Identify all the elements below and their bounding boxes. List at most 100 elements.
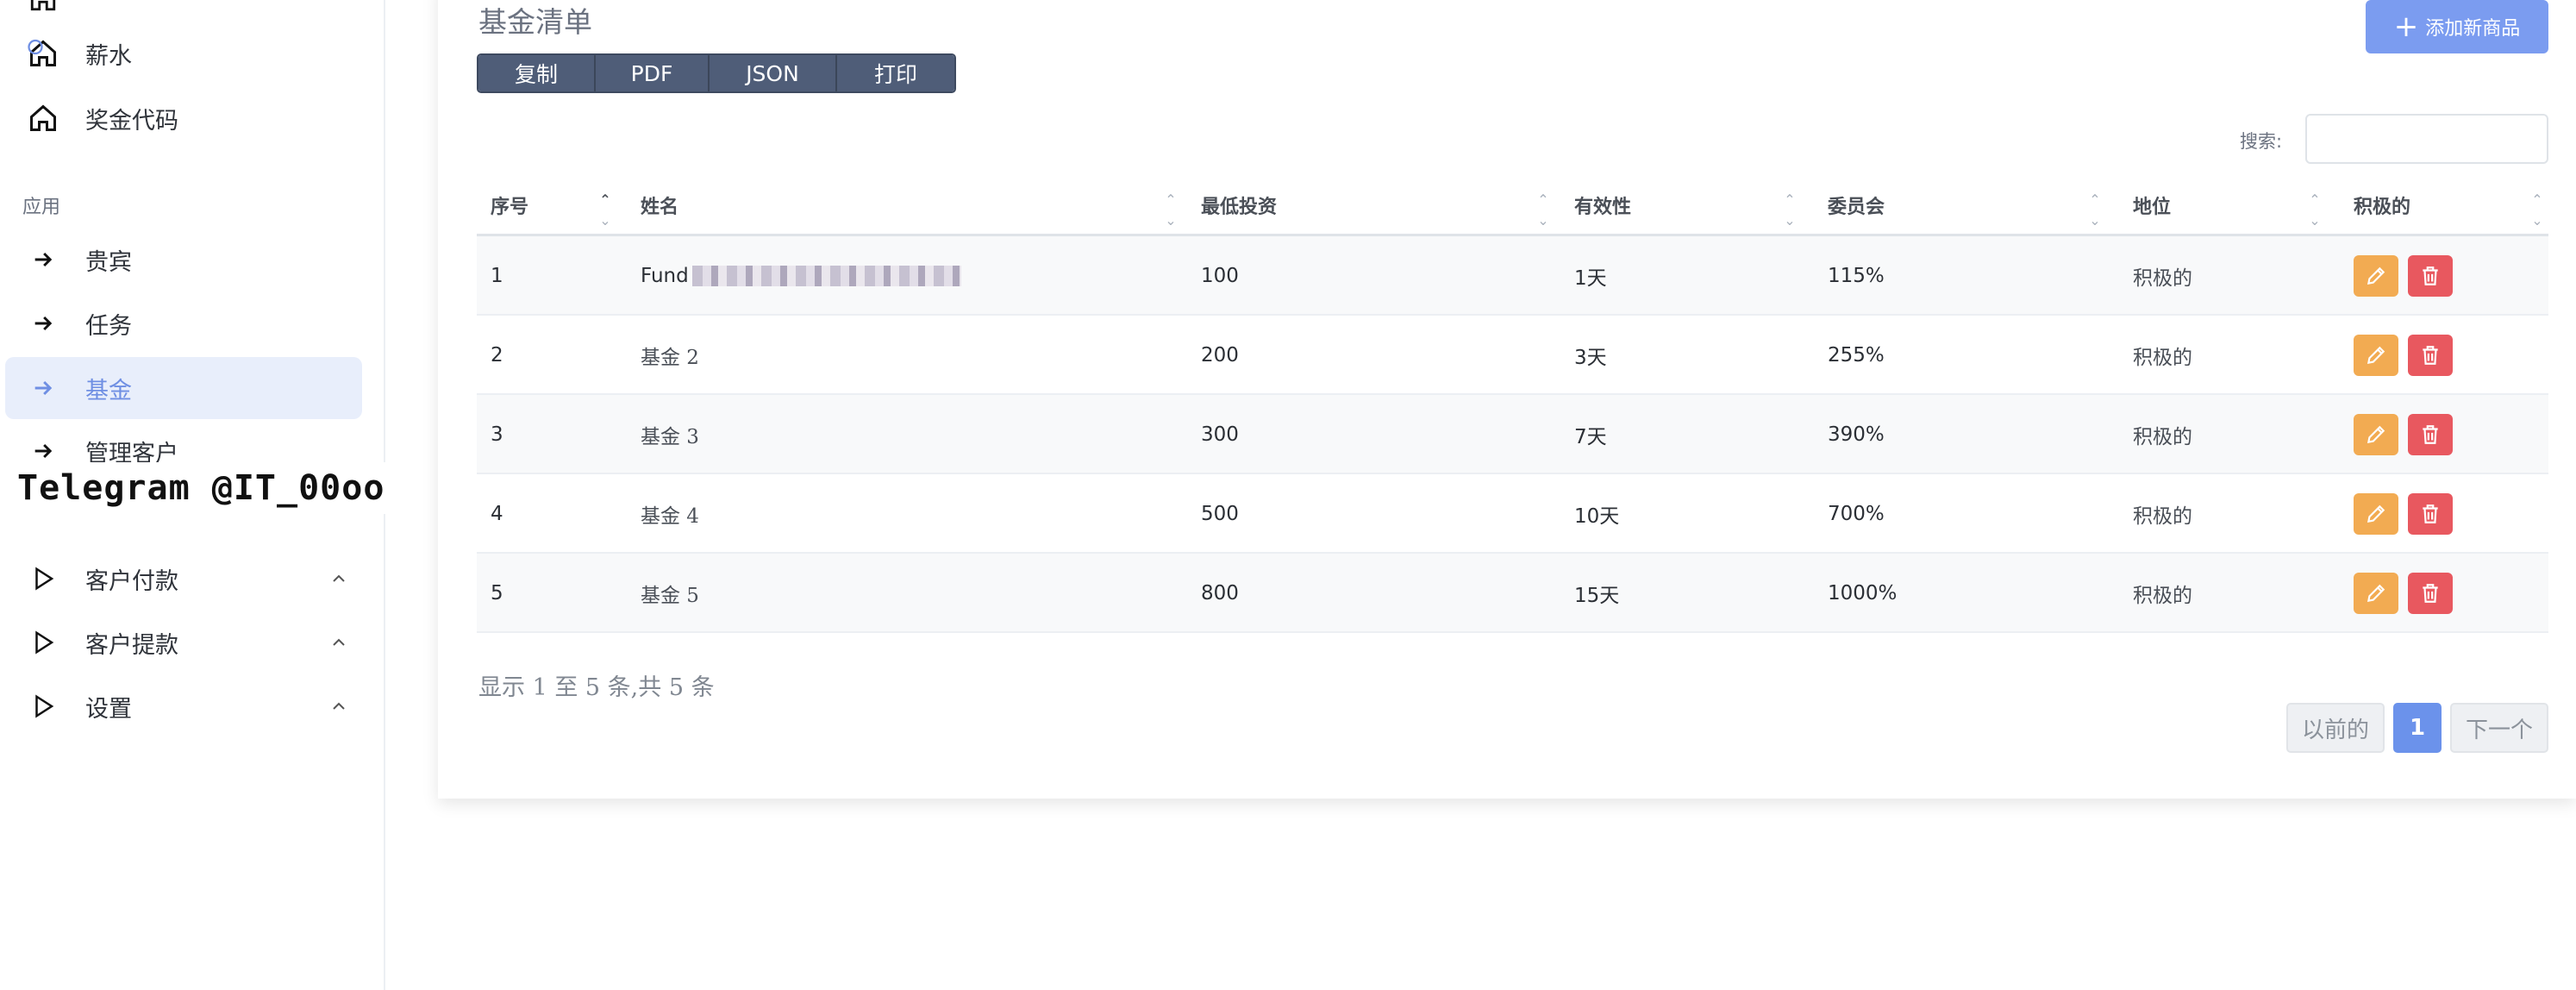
add-new-item-button[interactable]: + 添加新商品	[2366, 0, 2548, 53]
column-label: 最低投资	[1201, 196, 1278, 218]
trash-icon	[2423, 346, 2438, 365]
pdf-button[interactable]: PDF	[596, 55, 710, 91]
column-label: 委员会	[1828, 196, 1885, 218]
page-button-1[interactable]: 1	[2393, 703, 2442, 753]
column-header-min-investment[interactable]: 最低投资	[1201, 174, 1546, 236]
cell-status: 积极的	[2133, 267, 2192, 290]
cell-validity: 15天	[1574, 585, 1620, 607]
cell-name: Fund	[641, 236, 961, 316]
next-page-button[interactable]: 下一个	[2450, 703, 2548, 753]
column-header-name[interactable]: 姓名	[641, 174, 1158, 236]
table-row: 5 基金 5 800 15天 1000% 积极的	[477, 554, 2548, 633]
home-icon	[26, 0, 60, 16]
sidebar-section-label: 应用	[22, 197, 61, 218]
cell-id: 4	[491, 503, 503, 525]
cell-validity: 10天	[1574, 505, 1620, 528]
page-title: 基金清单	[478, 5, 592, 39]
sort-icon: ⌃ ⌄	[1537, 191, 1549, 229]
table-row: 3 基金 3 300 7天 390% 积极的	[477, 395, 2548, 474]
redacted-text	[691, 266, 961, 286]
sidebar-item-bonus-code[interactable]: 奖金代码	[5, 87, 362, 149]
fund-list-card: 基金清单 + 添加新商品 复制 PDF JSON 打印 搜索: 序号 ⌃ ⌄ 姓名…	[438, 0, 2576, 799]
chevron-up-icon	[328, 696, 349, 717]
cell-commission: 115%	[1828, 265, 1885, 287]
pencil-icon	[2367, 346, 2385, 365]
table-row: 2 基金 2 200 3天 255% 积极的	[477, 316, 2548, 395]
table-row: 4 基金 4 500 10天 700% 积极的	[477, 474, 2548, 554]
sort-icon: ⌃ ⌄	[2531, 191, 2543, 229]
search-input[interactable]	[2305, 114, 2548, 164]
sidebar-item-label: 设置	[85, 695, 132, 723]
arrow-right-icon	[26, 242, 60, 277]
copy-button[interactable]: 复制	[478, 55, 596, 91]
table-row: 1 Fund 100 1天 115% 积极的	[477, 236, 2548, 316]
export-button-group: 复制 PDF JSON 打印	[477, 53, 956, 93]
sidebar-item-vip[interactable]: 贵宾	[5, 229, 362, 291]
sidebar-item-tasks[interactable]: 任务	[5, 292, 362, 354]
play-icon	[26, 561, 60, 596]
sidebar-item-funds[interactable]: 基金	[5, 357, 362, 419]
cell-min-investment: 500	[1201, 503, 1239, 525]
sidebar-item-settings[interactable]: 设置	[5, 675, 362, 737]
column-header-status[interactable]: 地位	[2133, 174, 2305, 236]
cell-status: 积极的	[2133, 426, 2192, 448]
sort-icon: ⌃ ⌄	[599, 191, 611, 229]
cell-commission: 1000%	[1828, 582, 1898, 605]
cell-id: 5	[491, 582, 503, 605]
delete-button[interactable]	[2408, 335, 2453, 376]
play-icon	[26, 625, 60, 660]
cell-name: 基金 4	[641, 505, 699, 528]
cell-min-investment: 100	[1201, 265, 1239, 287]
cell-commission: 255%	[1828, 344, 1885, 367]
watermark-text: Telegram @IT_00oo	[0, 462, 390, 514]
delete-button[interactable]	[2408, 493, 2453, 535]
home-icon	[26, 36, 60, 71]
plus-icon: +	[2393, 9, 2419, 44]
cell-id: 3	[491, 423, 503, 446]
sidebar-item-customer-payment[interactable]: 客户付款	[5, 548, 362, 610]
sidebar-item-label: 贵宾	[85, 248, 132, 276]
previous-page-button[interactable]: 以前的	[2286, 703, 2385, 753]
sidebar-item-customer-withdrawal[interactable]: 客户提款	[5, 611, 362, 674]
delete-button[interactable]	[2408, 573, 2453, 614]
cell-status: 积极的	[2133, 585, 2192, 607]
pencil-icon	[2367, 584, 2385, 603]
edit-button[interactable]	[2354, 255, 2398, 297]
print-button[interactable]: 打印	[837, 55, 954, 91]
pencil-icon	[2367, 266, 2385, 285]
edit-button[interactable]	[2354, 335, 2398, 376]
cell-name: 基金 5	[641, 585, 699, 607]
edit-button[interactable]	[2354, 414, 2398, 455]
add-button-label: 添加新商品	[2425, 18, 2521, 40]
pencil-icon	[2367, 504, 2385, 523]
json-button[interactable]: JSON	[710, 55, 837, 91]
cell-validity: 7天	[1574, 426, 1607, 448]
delete-button[interactable]	[2408, 255, 2453, 297]
cell-name: 基金 2	[641, 347, 699, 369]
cell-min-investment: 300	[1201, 423, 1239, 446]
cell-min-investment: 800	[1201, 582, 1239, 605]
column-header-commission[interactable]: 委员会	[1828, 174, 2086, 236]
sort-icon: ⌃ ⌄	[2309, 191, 2321, 229]
fund-table: 序号 ⌃ ⌄ 姓名 ⌃ ⌄ 最低投资 ⌃ ⌄ 有效性 ⌃ ⌄ 委员会 ⌃ ⌄ 地位 ⌃ ⌄ …	[477, 174, 2548, 633]
delete-button[interactable]	[2408, 414, 2453, 455]
column-header-validity[interactable]: 有效性	[1574, 174, 1781, 236]
column-label: 序号	[491, 196, 529, 218]
sort-icon: ⌃ ⌄	[2089, 191, 2101, 229]
cell-validity: 1天	[1574, 267, 1607, 290]
search-label: 搜索:	[2240, 131, 2283, 152]
edit-button[interactable]	[2354, 573, 2398, 614]
sidebar-item-label: 基金	[85, 377, 132, 404]
sort-icon: ⌃ ⌄	[1165, 191, 1177, 229]
edit-button[interactable]	[2354, 493, 2398, 535]
trash-icon	[2423, 425, 2438, 444]
sidebar-item-salary[interactable]: 薪水	[5, 22, 362, 85]
sidebar-item-label: 客户提款	[85, 631, 178, 659]
column-label: 地位	[2133, 196, 2172, 218]
cell-id: 1	[491, 265, 503, 287]
column-header-actions[interactable]: 积极的	[2354, 174, 2526, 236]
cell-validity: 3天	[1574, 347, 1607, 369]
cell-commission: 390%	[1828, 423, 1885, 446]
trash-icon	[2423, 584, 2438, 603]
sidebar-item-label: 客户付款	[85, 567, 178, 595]
